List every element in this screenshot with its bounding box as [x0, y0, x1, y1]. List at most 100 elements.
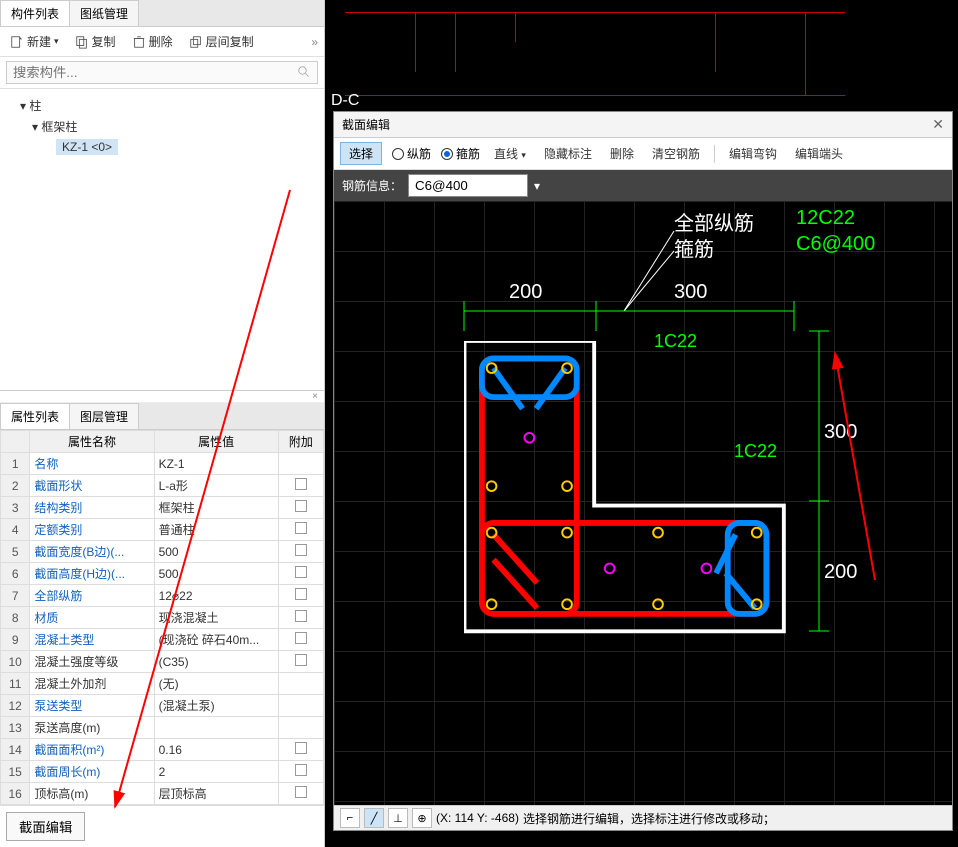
- prop-name: 截面高度(H边)(...: [30, 563, 154, 585]
- line-tool[interactable]: 直线 ▾: [490, 143, 530, 164]
- prop-add[interactable]: [278, 563, 323, 585]
- search-input[interactable]: [6, 61, 318, 84]
- section-drawing[interactable]: 全部纵筋 箍筋 12C22 C6@400 200 300 300 200 1C2…: [334, 201, 952, 805]
- prop-add[interactable]: [278, 673, 323, 695]
- prop-add[interactable]: [278, 585, 323, 607]
- prop-add[interactable]: [278, 541, 323, 563]
- prop-name: 混凝土强度等级: [30, 651, 154, 673]
- property-row[interactable]: 3结构类别框架柱: [1, 497, 324, 519]
- prop-value[interactable]: KZ-1: [154, 453, 278, 475]
- tree-root[interactable]: ▾ 柱: [8, 95, 316, 116]
- property-row[interactable]: 6截面高度(H边)(...500: [1, 563, 324, 585]
- property-row[interactable]: 11混凝土外加剂(无): [1, 673, 324, 695]
- layer-copy-button[interactable]: 层间复制: [185, 31, 258, 52]
- prop-value[interactable]: 框架柱: [154, 497, 278, 519]
- prop-add[interactable]: [278, 629, 323, 651]
- row-num: 6: [1, 563, 30, 585]
- col-value: 属性值: [154, 431, 278, 453]
- row-num: 8: [1, 607, 30, 629]
- layer-copy-icon: [189, 35, 203, 49]
- property-row[interactable]: 1名称KZ-1: [1, 453, 324, 475]
- col-name: 属性名称: [30, 431, 154, 453]
- property-row[interactable]: 10混凝土强度等级(C35): [1, 651, 324, 673]
- property-row[interactable]: 5截面宽度(B边)(...500: [1, 541, 324, 563]
- section-edit-button[interactable]: 截面编辑: [6, 812, 85, 841]
- property-row[interactable]: 8材质现浇混凝土: [1, 607, 324, 629]
- new-button[interactable]: 新建▾: [6, 31, 63, 52]
- rebar-info-dropdown[interactable]: ▾: [534, 179, 548, 193]
- section-edit-modal: 截面编辑 ✕ 选择 纵筋 箍筋 直线 ▾ 隐藏标注 删除 清空钢筋 编辑弯钩 编…: [333, 111, 953, 831]
- sb-btn-4[interactable]: ⊕: [412, 808, 432, 828]
- prop-value[interactable]: (无): [154, 673, 278, 695]
- prop-value[interactable]: L-a形: [154, 475, 278, 497]
- tab-components[interactable]: 构件列表: [0, 0, 70, 26]
- label-all-long: 全部纵筋: [674, 207, 754, 236]
- rebar-info-input[interactable]: [408, 174, 528, 197]
- sb-btn-2[interactable]: ╱: [364, 808, 384, 828]
- row-num: 10: [1, 651, 30, 673]
- clear-rebar-button[interactable]: 清空钢筋: [648, 143, 704, 164]
- hide-anno-button[interactable]: 隐藏标注: [540, 143, 596, 164]
- prop-value[interactable]: 500: [154, 541, 278, 563]
- new-icon: [10, 35, 24, 49]
- prop-add[interactable]: [278, 519, 323, 541]
- prop-value[interactable]: 0.16: [154, 739, 278, 761]
- prop-value[interactable]: (C35): [154, 651, 278, 673]
- search-icon[interactable]: [298, 66, 310, 81]
- property-row[interactable]: 15截面周长(m)2: [1, 761, 324, 783]
- prop-value[interactable]: 层顶标高: [154, 783, 278, 805]
- prop-add[interactable]: [278, 695, 323, 717]
- property-row[interactable]: 12泵送类型(混凝土泵): [1, 695, 324, 717]
- prop-add[interactable]: [278, 783, 323, 805]
- toolbar-overflow[interactable]: »: [311, 35, 318, 49]
- property-row[interactable]: 4定额类别普通柱: [1, 519, 324, 541]
- tab-layers[interactable]: 图层管理: [69, 403, 139, 429]
- property-row[interactable]: 7全部纵筋12⌀22: [1, 585, 324, 607]
- sb-btn-3[interactable]: ⊥: [388, 808, 408, 828]
- prop-add[interactable]: [278, 651, 323, 673]
- prop-name: 混凝土外加剂: [30, 673, 154, 695]
- property-row[interactable]: 2截面形状L-a形: [1, 475, 324, 497]
- modal-titlebar[interactable]: 截面编辑 ✕: [334, 112, 952, 138]
- radio-longitudinal[interactable]: 纵筋: [392, 145, 431, 162]
- prop-value[interactable]: 2: [154, 761, 278, 783]
- prop-value[interactable]: (混凝土泵): [154, 695, 278, 717]
- prop-add[interactable]: [278, 717, 323, 739]
- delete-tool-button[interactable]: 删除: [606, 143, 638, 164]
- radio-stirrup[interactable]: 箍筋: [441, 145, 480, 162]
- property-row[interactable]: 9混凝土类型(现浇砼 碎石40m...: [1, 629, 324, 651]
- tree-leaf[interactable]: KZ-1 <0>: [8, 137, 316, 157]
- sb-btn-1[interactable]: ⌐: [340, 808, 360, 828]
- prop-add[interactable]: [278, 607, 323, 629]
- modal-close-button[interactable]: ✕: [932, 116, 944, 133]
- prop-value[interactable]: 普通柱: [154, 519, 278, 541]
- select-tool-button[interactable]: 选择: [340, 142, 382, 165]
- prop-add[interactable]: [278, 761, 323, 783]
- search-row: [0, 57, 324, 89]
- tab-props[interactable]: 属性列表: [0, 403, 70, 429]
- delete-button[interactable]: 删除: [128, 31, 177, 52]
- prop-value[interactable]: 现浇混凝土: [154, 607, 278, 629]
- edit-end-button[interactable]: 编辑端头: [791, 143, 847, 164]
- copy-button[interactable]: 复制: [71, 31, 120, 52]
- prop-add[interactable]: [278, 739, 323, 761]
- value-c6-400[interactable]: C6@400: [796, 233, 875, 256]
- prop-value[interactable]: 12⌀22: [154, 585, 278, 607]
- property-row[interactable]: 14截面面积(m²)0.16: [1, 739, 324, 761]
- value-12c22[interactable]: 12C22: [796, 207, 855, 230]
- rebar-info-label: 钢筋信息：: [342, 177, 402, 194]
- prop-add[interactable]: [278, 497, 323, 519]
- prop-add[interactable]: [278, 453, 323, 475]
- edit-hook-button[interactable]: 编辑弯钩: [725, 143, 781, 164]
- property-row[interactable]: 16顶标高(m)层顶标高: [1, 783, 324, 805]
- prop-value[interactable]: [154, 717, 278, 739]
- prop-name: 混凝土类型: [30, 629, 154, 651]
- tree-child[interactable]: ▾ 框架柱: [8, 116, 316, 137]
- tab-drawings[interactable]: 图纸管理: [69, 0, 139, 26]
- property-row[interactable]: 13泵送高度(m): [1, 717, 324, 739]
- prop-value[interactable]: 500: [154, 563, 278, 585]
- modal-statusbar: ⌐ ╱ ⊥ ⊕ (X: 114 Y: -468) 选择钢筋进行编辑，选择标注进行…: [334, 805, 952, 830]
- prop-value[interactable]: (现浇砼 碎石40m...: [154, 629, 278, 651]
- prop-close[interactable]: ×: [0, 391, 324, 403]
- prop-add[interactable]: [278, 475, 323, 497]
